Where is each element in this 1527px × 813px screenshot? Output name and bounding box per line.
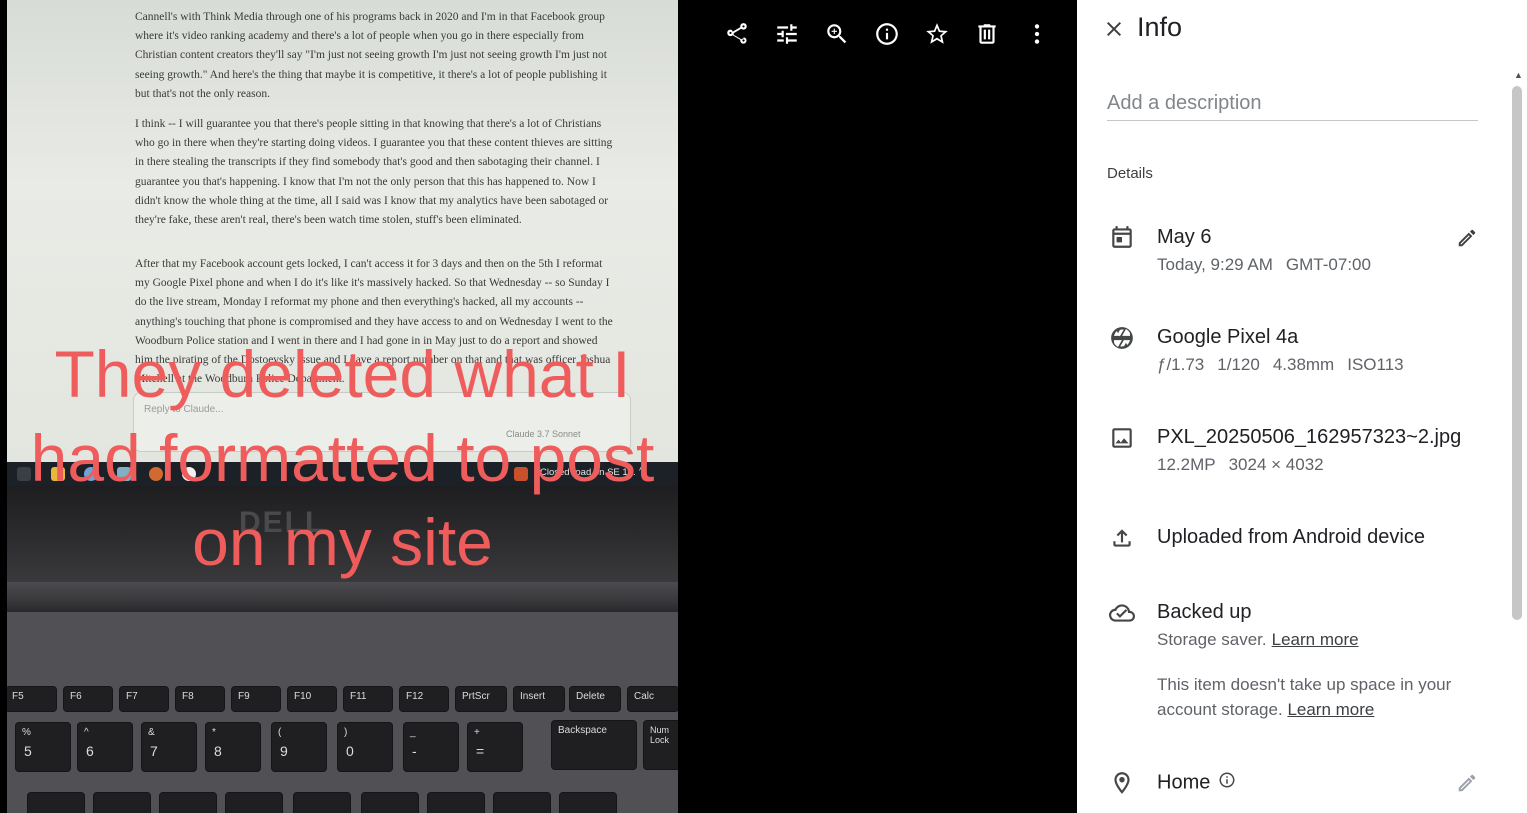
key-label: _ [410, 727, 416, 738]
photo-viewer-image: Cannell's with Think Media through one o… [7, 0, 678, 813]
aperture-text: ƒ/1.73 [1157, 355, 1205, 374]
upload-source-text: Uploaded from Android device [1157, 526, 1425, 548]
share-button[interactable] [720, 17, 754, 51]
key-label: Insert [520, 691, 546, 702]
more-vert-icon [1034, 24, 1040, 44]
date-time-details: Today, 9:29 AM GMT-07:00 [1157, 255, 1384, 275]
key-label: 6 [86, 743, 94, 759]
edit-location-button[interactable] [1454, 770, 1480, 796]
key-label: 9 [280, 743, 288, 759]
photo-caption-overlay: They deleted what I had formatted to pos… [7, 332, 678, 584]
more-options-button[interactable] [1020, 17, 1054, 51]
key-label: Calc [634, 691, 655, 702]
zoom-in-icon [827, 24, 847, 44]
share-icon [727, 23, 747, 44]
calendar-icon [1107, 222, 1137, 252]
photo-keyboard: F5 F6 F7 F8 F9 F10 F11 F12 PrtScr Insert… [7, 612, 678, 813]
photo-laptop-hinge [7, 582, 678, 612]
date-text: May 6 [1157, 226, 1212, 248]
key-label: 8 [214, 743, 222, 759]
time-text: Today, 9:29 AM [1157, 255, 1273, 274]
key-label: F8 [182, 691, 194, 702]
key-label: F10 [294, 691, 312, 702]
scroll-up-arrow-icon[interactable]: ▲ [1514, 70, 1523, 80]
scrollbar-thumb[interactable] [1512, 86, 1522, 620]
key-label: = [476, 743, 485, 759]
resolution-text: 3024 × 4032 [1228, 455, 1324, 474]
key-label: ^ [84, 727, 89, 738]
image-icon [1107, 423, 1137, 453]
key-label: F11 [350, 691, 367, 702]
key-label: * [212, 727, 216, 738]
star-icon [926, 23, 948, 44]
backup-status-text: Backed up [1157, 601, 1252, 623]
cloud-done-icon [1107, 598, 1137, 628]
pencil-icon [1458, 774, 1476, 792]
document-paragraph: Cannell's with Think Media through one o… [135, 11, 607, 100]
key-label: F9 [238, 691, 250, 702]
info-title: Info [1137, 12, 1183, 42]
key-label: 5 [24, 743, 32, 759]
key-label: ) [344, 727, 348, 738]
key-label: Backspace [558, 725, 607, 736]
key-label: + [474, 727, 480, 738]
caption-line: had formatted to post [30, 421, 655, 495]
caption-line: on my site [192, 505, 493, 579]
location-info-icon[interactable] [1218, 771, 1236, 795]
key-label: PrtScr [462, 691, 490, 702]
delete-icon [978, 24, 996, 44]
info-button[interactable] [870, 17, 904, 51]
camera-model-text: Google Pixel 4a [1157, 326, 1299, 348]
key-label: & [148, 727, 155, 738]
key-label: 7 [150, 743, 158, 759]
tune-icon [777, 24, 797, 44]
backup-details: Storage saver. Learn more [1157, 630, 1372, 650]
caption-line: They deleted what I [54, 337, 631, 411]
info-panel: Info Details May 6 Today, 9:29 AM GMT-07:… [1077, 0, 1527, 813]
location-text: Home [1157, 771, 1236, 795]
favorite-button[interactable] [920, 17, 954, 51]
key-label: % [22, 727, 31, 738]
document-paragraph: I think -- I will guarantee you that the… [135, 118, 613, 227]
focal-length-text: 4.38mm [1272, 355, 1335, 374]
iso-text: ISO113 [1347, 355, 1404, 374]
key-label: ( [278, 727, 282, 738]
edit-adjust-button[interactable] [770, 17, 804, 51]
description-input[interactable] [1107, 86, 1478, 121]
pencil-icon [1458, 229, 1476, 247]
close-icon [1107, 22, 1121, 36]
shutter-text: 1/120 [1217, 355, 1260, 374]
key-label: Num Lock [650, 725, 670, 745]
storage-note: This item doesn't take up space in your … [1157, 672, 1477, 722]
details-heading: Details [1107, 165, 1153, 182]
delete-button[interactable] [970, 17, 1004, 51]
key-label: Delete [576, 691, 605, 702]
key-label: F12 [406, 691, 424, 702]
key-label: - [412, 743, 417, 759]
location-name: Home [1157, 771, 1211, 794]
zoom-in-button[interactable] [820, 17, 854, 51]
learn-more-link[interactable]: Learn more [1272, 630, 1359, 649]
key-label: F6 [70, 691, 82, 702]
key-label: F7 [126, 691, 138, 702]
key-label: F5 [12, 691, 24, 702]
location-pin-icon [1107, 768, 1137, 798]
timezone-text: GMT-07:00 [1285, 255, 1371, 274]
megapixels-text: 12.2MP [1157, 455, 1216, 474]
info-icon [876, 23, 898, 45]
edit-date-button[interactable] [1454, 225, 1480, 251]
file-details: 12.2MP 3024 × 4032 [1157, 455, 1337, 475]
camera-aperture-icon [1107, 323, 1137, 353]
learn-more-link[interactable]: Learn more [1287, 700, 1374, 719]
key-label: 0 [346, 743, 354, 759]
upload-icon [1107, 523, 1137, 553]
file-name-text: PXL_20250506_162957323~2.jpg [1157, 426, 1462, 448]
camera-settings: ƒ/1.73 1/120 4.38mm ISO113 [1157, 355, 1417, 375]
storage-saver-text: Storage saver. [1157, 630, 1267, 649]
close-info-button[interactable] [1099, 14, 1129, 44]
